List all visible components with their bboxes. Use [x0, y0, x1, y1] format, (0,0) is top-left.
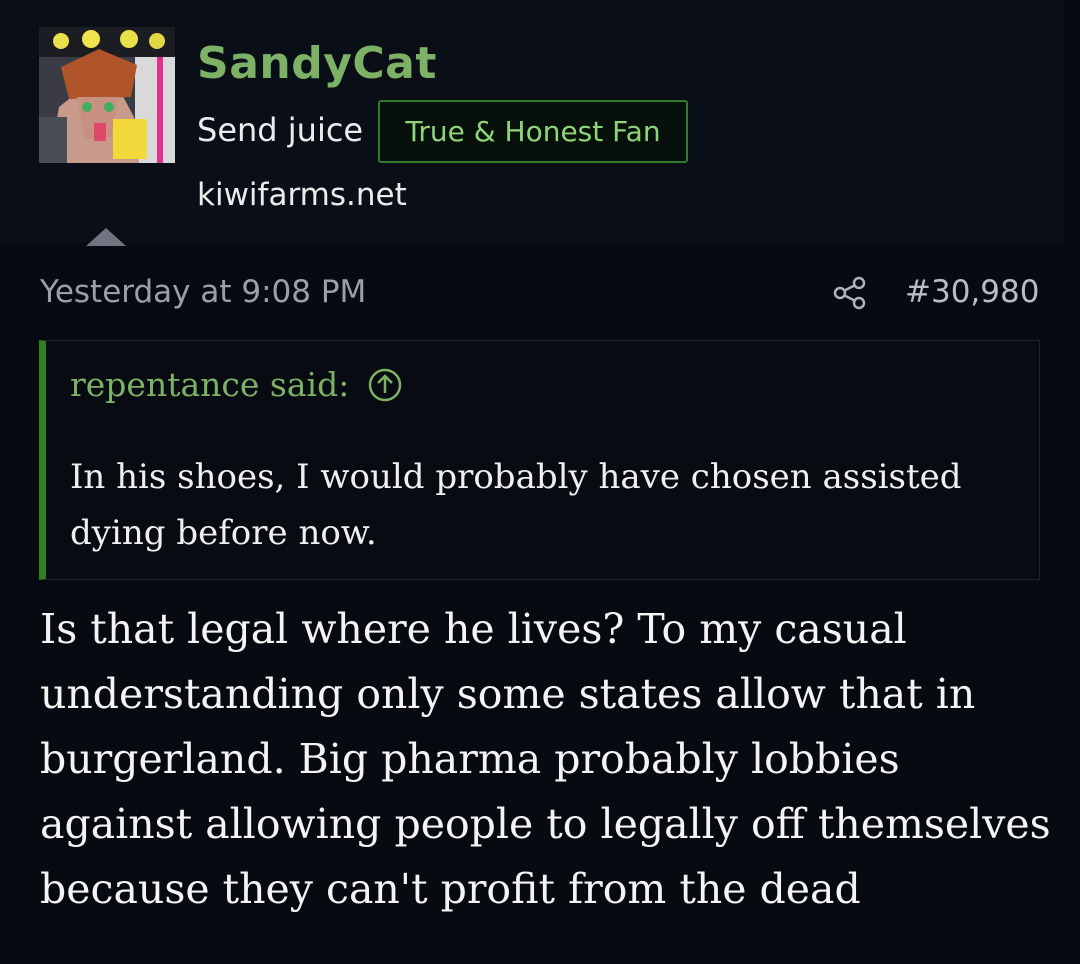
post-number-link[interactable]: #30,980 [905, 270, 1039, 314]
quote-author[interactable]: repentance said: [70, 361, 403, 409]
avatar-image [39, 27, 175, 163]
avatar[interactable] [39, 27, 175, 163]
quote-author-label[interactable]: repentance said: [70, 361, 349, 409]
post-date[interactable]: Yesterday at 9:08 PM [40, 270, 366, 314]
arrow-circle-up-icon[interactable] [367, 367, 403, 403]
post-body: Is that legal where he lives? To my casu… [40, 605, 1051, 913]
quote-text: In his shoes, I would probably have chos… [70, 457, 962, 553]
quote-block: repentance said: In his shoes, I would p… [39, 340, 1040, 580]
username[interactable]: SandyCat [197, 36, 437, 92]
triangle-up-icon [86, 228, 126, 246]
user-site: kiwifarms.net [197, 177, 407, 213]
user-title: Send juice [197, 111, 364, 149]
user-info-panel: SandyCat Send juice True & Honest Fan ki… [0, 0, 1064, 242]
user-badge: True & Honest Fan [378, 100, 688, 163]
share-icon[interactable] [832, 275, 868, 311]
